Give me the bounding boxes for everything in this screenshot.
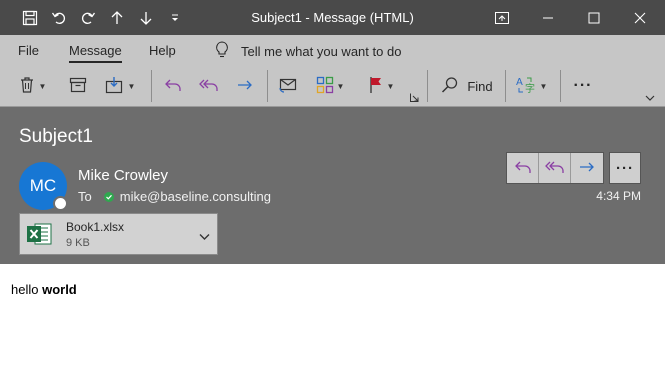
- window-title-suffix: Message (HTML): [313, 10, 414, 25]
- reply-all-icon: [544, 159, 565, 178]
- chevron-down-icon: ▼: [38, 81, 47, 91]
- recipients-row: To mike@baseline.consulting: [78, 189, 271, 204]
- more-commands-button[interactable]: ···: [568, 72, 598, 100]
- ribbon-divider: [151, 70, 152, 102]
- save-icon[interactable]: [18, 6, 42, 30]
- more-actions-label: ···: [616, 159, 634, 177]
- categorize-icon: [316, 76, 334, 97]
- tab-help[interactable]: Help: [149, 43, 176, 58]
- tell-me-label: Tell me what you want to do: [241, 43, 402, 59]
- presence-status-indicator: [53, 196, 68, 211]
- svg-text:字: 字: [525, 82, 535, 95]
- message-header: Subject1 MC Mike Crowley To mike@baselin…: [0, 107, 665, 264]
- customize-quick-access-icon[interactable]: [163, 6, 187, 30]
- follow-up-button[interactable]: ▼: [364, 72, 398, 100]
- close-button[interactable]: [617, 0, 663, 35]
- sender-name[interactable]: Mike Crowley: [78, 167, 168, 184]
- find-button[interactable]: Find: [437, 72, 497, 100]
- ribbon-divider: [427, 70, 428, 102]
- excel-file-icon: [26, 222, 52, 246]
- dialog-launcher-button[interactable]: [408, 91, 420, 103]
- chevron-down-icon: ▼: [336, 81, 345, 91]
- undo-icon[interactable]: [47, 6, 71, 30]
- tab-file[interactable]: File: [18, 43, 39, 58]
- message-body-text: hello world: [11, 282, 77, 297]
- minimize-button[interactable]: [525, 0, 571, 35]
- tell-me-search[interactable]: Tell me what you want to do: [215, 41, 401, 61]
- envelope-icon: [278, 76, 298, 97]
- mark-unread-button[interactable]: [274, 72, 302, 100]
- more-actions-button[interactable]: ···: [609, 152, 641, 184]
- header-reply-button[interactable]: [507, 153, 539, 183]
- window-title-subject: Subject1: [251, 10, 302, 25]
- avatar-initials: MC: [29, 176, 57, 195]
- collapse-ribbon-button[interactable]: [642, 89, 658, 105]
- received-time: 4:34 PM: [596, 189, 641, 203]
- body-text-bold: world: [42, 282, 77, 297]
- redo-icon[interactable]: [76, 6, 100, 30]
- dialog-launcher-icon: [409, 90, 419, 105]
- chevron-down-icon: [645, 90, 655, 105]
- chevron-down-icon: ▼: [386, 81, 395, 91]
- header-forward-button[interactable]: [571, 153, 603, 183]
- ribbon-divider: [560, 70, 561, 102]
- archive-button[interactable]: [64, 72, 92, 100]
- recipient-address[interactable]: mike@baseline.consulting: [120, 189, 271, 204]
- reply-icon: [164, 77, 182, 96]
- translate-icon: A字: [515, 75, 537, 98]
- menu-bar: File Message Help Tell me what you want …: [0, 35, 665, 67]
- archive-icon: [69, 77, 87, 96]
- maximize-button[interactable]: [571, 0, 617, 35]
- reply-icon: [514, 159, 532, 178]
- move-to-folder-icon: [105, 76, 125, 97]
- response-buttons: [506, 152, 604, 184]
- header-reply-all-button[interactable]: [539, 153, 571, 183]
- reply-all-button[interactable]: [195, 72, 223, 100]
- delete-button[interactable]: ▼: [8, 72, 56, 100]
- flag-icon: [368, 76, 384, 97]
- tab-message[interactable]: Message: [69, 43, 122, 63]
- chevron-down-icon: ▼: [539, 81, 548, 91]
- attachment-name: Book1.xlsx: [66, 220, 125, 234]
- message-body[interactable]: hello world: [0, 264, 665, 378]
- reply-all-icon: [199, 77, 219, 96]
- attachment-size: 9 KB: [66, 237, 90, 249]
- more-commands-label: ···: [573, 77, 593, 94]
- previous-item-icon[interactable]: [105, 6, 129, 30]
- next-item-icon[interactable]: [134, 6, 158, 30]
- ribbon-display-options-button[interactable]: [479, 0, 525, 35]
- ribbon-divider: [267, 70, 268, 102]
- ribbon-divider: [505, 70, 506, 102]
- verified-check-icon: [103, 191, 114, 202]
- title-bar: Subject1 - Message (HTML): [0, 0, 665, 35]
- attachment-card[interactable]: Book1.xlsx 9 KB: [19, 213, 218, 255]
- trash-icon: [18, 76, 36, 97]
- window-title-separator: -: [301, 10, 314, 25]
- forward-icon: [236, 77, 254, 96]
- move-button[interactable]: ▼: [100, 72, 140, 100]
- body-text-plain: hello: [11, 282, 43, 297]
- search-icon: [441, 76, 459, 97]
- forward-icon: [578, 159, 596, 178]
- categorize-button[interactable]: ▼: [312, 72, 348, 100]
- message-subject: Subject1: [19, 126, 93, 147]
- find-label: Find: [467, 78, 493, 94]
- reply-button[interactable]: [159, 72, 187, 100]
- forward-button[interactable]: [231, 72, 259, 100]
- translate-button[interactable]: A字 ▼: [512, 72, 550, 100]
- ribbon: ▼ ▼ ▼ ▼ Find A 字 ▼ ···: [0, 67, 665, 107]
- to-label: To: [78, 189, 92, 204]
- lightbulb-icon: [215, 41, 229, 61]
- chevron-down-icon: ▼: [127, 81, 136, 91]
- chevron-down-icon[interactable]: [199, 229, 210, 244]
- svg-text:A: A: [516, 77, 523, 88]
